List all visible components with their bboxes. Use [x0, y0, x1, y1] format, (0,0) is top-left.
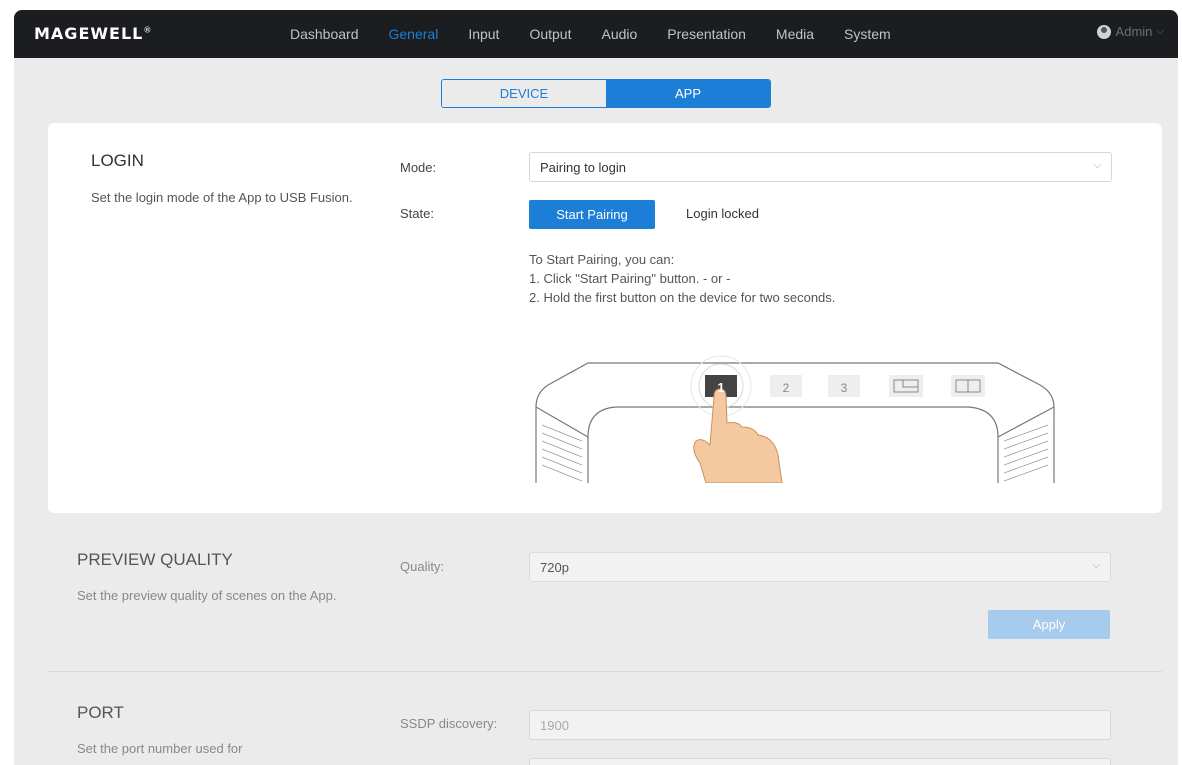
- preview-quality-description: Set the preview quality of scenes on the…: [77, 588, 337, 603]
- port-description: Set the port number used for: [77, 741, 243, 756]
- chevron-down-icon: ⌵: [1093, 160, 1101, 171]
- login-state-value: Login locked: [686, 206, 759, 221]
- pairing-instructions: To Start Pairing, you can: 1. Click "Sta…: [529, 250, 835, 307]
- device-button-label-3-wrap: 3: [841, 381, 848, 395]
- device-app-tabs: DEVICE APP: [441, 79, 771, 108]
- device-illustration: [535, 355, 1055, 483]
- device-button-label-2-wrap: 2: [783, 381, 790, 395]
- nav-media[interactable]: Media: [776, 26, 814, 42]
- brand-logo: MAGEWELL®: [34, 24, 153, 43]
- start-pairing-button[interactable]: Start Pairing: [529, 200, 655, 229]
- port-title: PORT: [77, 703, 124, 722]
- nav-input[interactable]: Input: [468, 26, 499, 42]
- quality-select[interactable]: 720p ⌵: [529, 552, 1111, 582]
- ssdp-label: SSDP discovery:: [400, 716, 498, 731]
- quality-select-value: 720p: [540, 560, 569, 575]
- instruction-line: 1. Click "Start Pairing" button. - or -: [529, 271, 731, 286]
- mode-select[interactable]: Pairing to login ⌵: [529, 152, 1112, 182]
- device-button-labels: 1: [717, 380, 724, 395]
- quality-label: Quality:: [400, 559, 445, 574]
- device-button-label-2: 2: [783, 381, 790, 395]
- state-label: State:: [400, 206, 434, 221]
- apply-button[interactable]: Apply: [988, 610, 1110, 639]
- chevron-down-icon: ⌵: [1092, 560, 1100, 571]
- mode-select-value: Pairing to login: [540, 160, 626, 175]
- login-description: Set the login mode of the App to USB Fus…: [91, 190, 353, 205]
- mode-label: Mode:: [400, 160, 437, 175]
- nav-general[interactable]: General: [389, 26, 439, 42]
- login-card: LOGIN Set the login mode of the App to U…: [48, 123, 1162, 513]
- instruction-line: To Start Pairing, you can:: [529, 252, 675, 267]
- port-input-2[interactable]: [529, 758, 1111, 765]
- device-button-label-3: 3: [841, 381, 848, 395]
- device-button-label-1: 1: [717, 380, 724, 395]
- section-divider: [48, 671, 1162, 672]
- nav-dashboard[interactable]: Dashboard: [290, 26, 359, 42]
- login-title: LOGIN: [91, 151, 144, 170]
- tab-device[interactable]: DEVICE: [442, 80, 606, 107]
- top-nav-bar: MAGEWELL® Dashboard General Input Output…: [14, 10, 1178, 58]
- user-menu[interactable]: Admin ⌵: [1096, 24, 1164, 39]
- nav-output[interactable]: Output: [529, 26, 571, 42]
- user-avatar-icon: [1096, 24, 1111, 39]
- instruction-line: 2. Hold the first button on the device f…: [529, 290, 836, 305]
- nav-audio[interactable]: Audio: [601, 26, 637, 42]
- preview-quality-title: PREVIEW QUALITY: [77, 550, 233, 569]
- user-name: Admin: [1115, 24, 1153, 39]
- nav-presentation[interactable]: Presentation: [667, 26, 746, 42]
- ssdp-port-input[interactable]: 1900: [529, 710, 1111, 740]
- app-window: MAGEWELL® Dashboard General Input Output…: [14, 10, 1178, 765]
- chevron-down-icon: ⌵: [1156, 26, 1164, 37]
- tab-app[interactable]: APP: [606, 80, 770, 107]
- nav-system[interactable]: System: [844, 26, 891, 42]
- main-nav: Dashboard General Input Output Audio Pre…: [290, 10, 921, 58]
